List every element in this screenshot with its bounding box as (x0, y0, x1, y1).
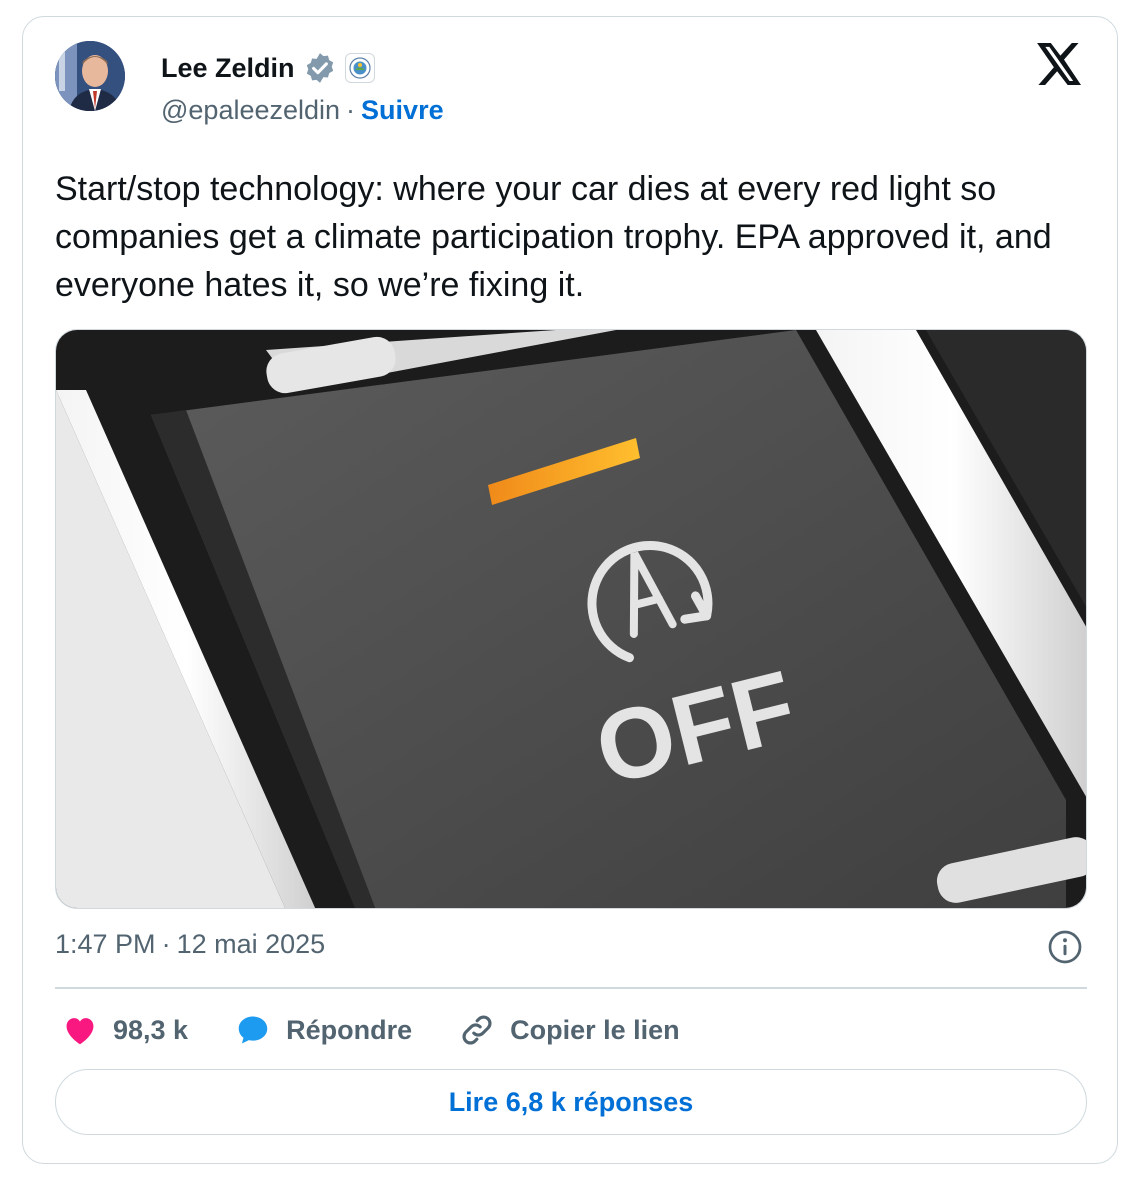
reply-label: Répondre (286, 1014, 413, 1045)
tweet-timestamp[interactable]: 1:47 PM · 12 mai 2025 (55, 929, 325, 960)
follow-button[interactable]: Suivre (361, 95, 444, 126)
copy-link-button[interactable]: Copier le lien (458, 1011, 680, 1049)
author-avatar[interactable] (55, 41, 125, 111)
link-icon (462, 1015, 492, 1045)
author-name[interactable]: Lee Zeldin (161, 53, 295, 84)
handle-separator: · (346, 95, 356, 125)
time-separator: · (161, 929, 171, 959)
like-count: 98,3 k (113, 1014, 189, 1045)
like-button[interactable]: 98,3 k (61, 1011, 188, 1049)
start-stop-button-photo: OFF (56, 330, 1086, 908)
reply-button[interactable]: Répondre (234, 1011, 412, 1049)
verified-badge-icon[interactable] (303, 51, 337, 85)
author-handle-row: @epaleezeldin · Suivre (161, 95, 444, 126)
epa-seal-icon[interactable] (344, 53, 375, 83)
tweet-card: Lee Zeldin @epaleezeldin · Suivre Start/… (22, 16, 1118, 1164)
heart-icon (66, 1018, 94, 1045)
copy-link-label: Copier le lien (510, 1014, 680, 1045)
tweet-text: Start/stop technology: where your car di… (55, 170, 1052, 304)
info-icon[interactable] (1047, 929, 1083, 965)
author-name-row: Lee Zeldin (161, 51, 375, 85)
divider (55, 987, 1087, 989)
avatar-image (55, 41, 125, 111)
author-handle[interactable]: @epaleezeldin (161, 95, 340, 126)
read-replies-button[interactable]: Lire 6,8 k réponses (55, 1069, 1087, 1135)
action-bar: 98,3 k Répondre Copier le lien (61, 1011, 726, 1049)
x-logo-icon[interactable] (1037, 43, 1083, 85)
tweet-time: 1:47 PM (55, 929, 156, 959)
tweet-date: 12 mai 2025 (176, 929, 326, 959)
speech-bubble-icon (238, 1016, 268, 1044)
tweet-media-image[interactable]: OFF (55, 329, 1087, 909)
